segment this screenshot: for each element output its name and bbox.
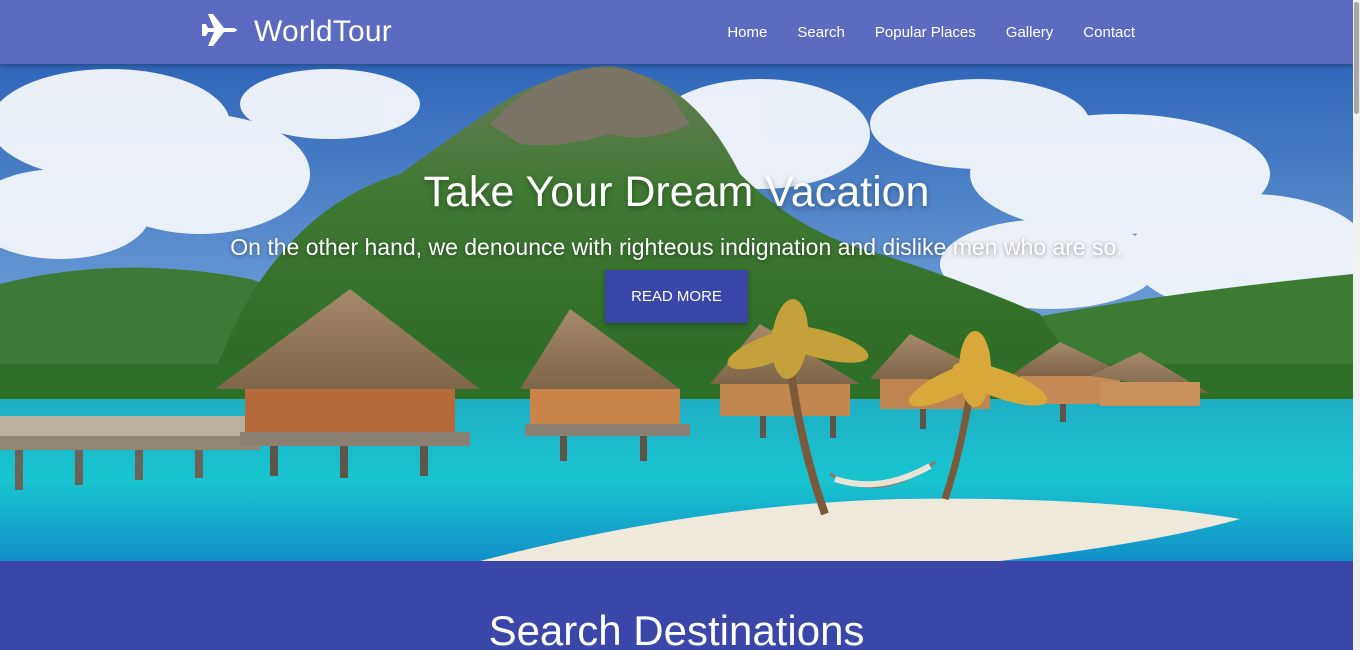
nav-home[interactable]: Home xyxy=(727,24,767,41)
hero-section: Take Your Dream Vacation On the other ha… xyxy=(0,64,1353,561)
scrollbar-thumb[interactable] xyxy=(1354,2,1359,114)
hero-subtitle: On the other hand, we denounce with righ… xyxy=(230,234,1123,260)
brand-name: WorldTour xyxy=(254,15,392,48)
section-title: Search Destinations xyxy=(488,607,865,650)
nav-menu: Home Search Popular Places Gallery Conta… xyxy=(697,0,1135,64)
navbar: WorldTour Home Search Popular Places Gal… xyxy=(0,0,1353,64)
brand-link[interactable]: WorldTour xyxy=(200,12,392,53)
nav-popular-places[interactable]: Popular Places xyxy=(875,24,976,41)
nav-contact[interactable]: Contact xyxy=(1083,24,1135,41)
airplane-icon xyxy=(200,12,240,53)
hero-title: Take Your Dream Vacation xyxy=(423,168,930,216)
nav-search[interactable]: Search xyxy=(797,24,845,41)
read-more-button[interactable]: READ MORE xyxy=(605,270,748,323)
page: WorldTour Home Search Popular Places Gal… xyxy=(0,0,1353,650)
vertical-scrollbar[interactable] xyxy=(1353,0,1360,650)
nav-gallery[interactable]: Gallery xyxy=(1006,24,1054,41)
search-destinations-section: Search Destinations xyxy=(0,561,1353,650)
